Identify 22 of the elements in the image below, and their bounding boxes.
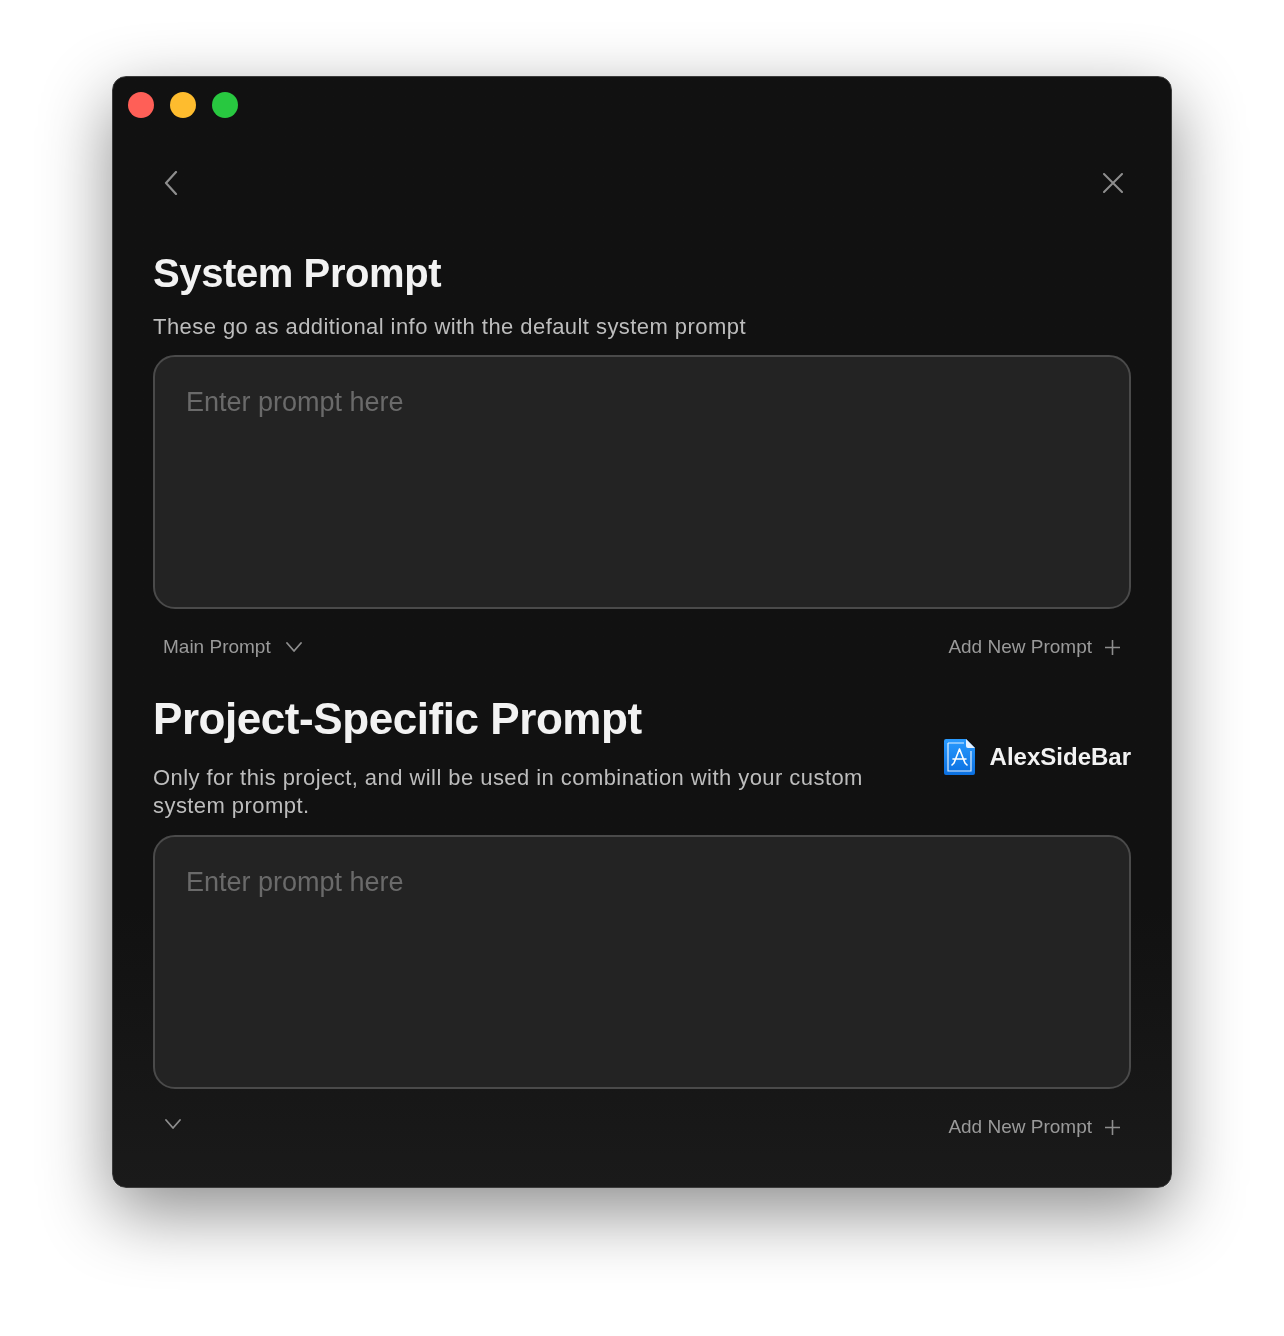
section-title: Project-Specific Prompt — [153, 693, 643, 745]
close-window-button[interactable] — [128, 92, 154, 118]
section-description: Only for this project, and will be used in combination with your custom system prompt. — [153, 764, 864, 820]
document-icon — [943, 738, 975, 775]
chevron-left-icon — [164, 171, 178, 195]
add-prompt-button[interactable]: Add New Prompt — [948, 633, 1131, 661]
back-button[interactable] — [163, 171, 179, 195]
project-name: AlexSideBar — [989, 741, 1131, 772]
prompt-input[interactable]: Enter prompt here — [153, 355, 1131, 609]
section-description: These go as additional info with the default system prompt — [153, 313, 746, 341]
add-prompt-button[interactable]: Add New Prompt — [948, 1113, 1131, 1141]
prompt-input[interactable]: Enter prompt here — [153, 835, 1131, 1089]
close-button[interactable] — [1103, 173, 1123, 193]
section-title: System Prompt — [153, 250, 443, 297]
plus-icon — [1105, 639, 1120, 655]
chevron-down-icon — [285, 642, 302, 652]
close-icon — [1103, 173, 1123, 193]
zoom-window-button[interactable] — [212, 92, 238, 118]
plus-icon — [1105, 1119, 1120, 1135]
prompt-selector[interactable]: Main Prompt — [153, 633, 312, 661]
chevron-down-icon — [165, 1119, 181, 1129]
minimize-window-button[interactable] — [170, 92, 196, 118]
